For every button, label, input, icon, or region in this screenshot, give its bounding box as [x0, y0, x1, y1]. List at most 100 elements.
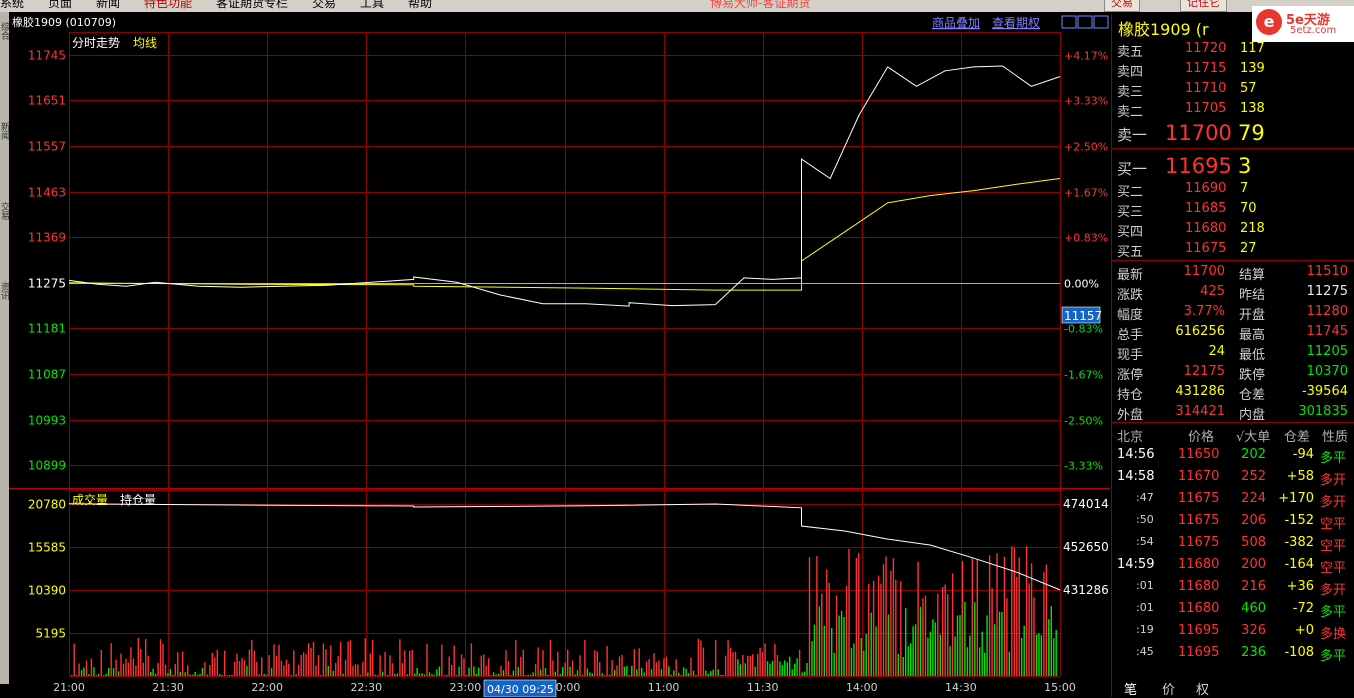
volume-bar [414, 673, 416, 676]
volume-bar [283, 665, 285, 676]
volume-bar [1013, 547, 1015, 676]
volume-bar [734, 651, 737, 676]
average-line [68, 178, 1061, 291]
volume-bar [623, 666, 626, 676]
volume-bar [103, 675, 105, 676]
volume-bar [1021, 638, 1023, 676]
volume-bar [172, 675, 174, 676]
volume-bar [221, 674, 223, 676]
stat-value: 3.77% [1183, 304, 1225, 319]
volume-bar [937, 593, 939, 676]
tab-ticks[interactable]: 笔 [1124, 679, 1137, 698]
volume-bar [554, 671, 556, 676]
volume-bar [364, 638, 366, 676]
volume-bar [786, 662, 788, 676]
volume-bar [80, 670, 83, 676]
volume-bar [384, 651, 386, 676]
volume-bar [576, 670, 579, 676]
volume-bar [645, 661, 648, 676]
bid-price: 11675 [1185, 241, 1227, 256]
volume-bar [581, 674, 584, 676]
volume-bar [882, 564, 885, 676]
volume-bar [261, 657, 263, 676]
percent-tick-label: 0.00% [1064, 278, 1099, 291]
volume-bar [312, 641, 315, 676]
volume-bar [641, 667, 643, 676]
volume-bar [191, 674, 194, 676]
volume-bar [544, 668, 547, 676]
volume-bar [310, 648, 312, 676]
volume-bar [692, 670, 695, 676]
stat-value: 12175 [1183, 364, 1225, 379]
prev-icon[interactable] [1061, 15, 1077, 29]
volume-bar [759, 647, 761, 676]
volume-bar [490, 675, 492, 676]
volume-bar [140, 649, 142, 676]
volume-bar [1055, 630, 1057, 676]
volume-bar [214, 657, 216, 676]
time-tick-label: 22:30 [350, 681, 382, 694]
volume-bar [949, 646, 951, 676]
ask-label: 卖二 [1117, 105, 1144, 120]
ask-volume: 138 [1240, 101, 1265, 116]
next-icon[interactable] [1077, 15, 1093, 29]
volume-bar [108, 667, 110, 676]
volume-bar [784, 660, 786, 676]
volume-bar [959, 615, 961, 676]
volume-bar [194, 671, 196, 676]
ask-volume: 139 [1240, 61, 1265, 76]
percent-tick-label: +0.83% [1064, 232, 1108, 245]
volume-bar [78, 663, 80, 676]
ask-volume: 79 [1238, 121, 1265, 145]
volume-bar [216, 649, 218, 676]
volume-bar [352, 665, 354, 676]
volume-bar [1035, 634, 1038, 676]
volume-bar [685, 668, 687, 676]
volume-bar [354, 664, 357, 676]
volume-bar [372, 639, 374, 676]
volume-bar [660, 669, 663, 676]
price-tick-label: 11745 [28, 49, 66, 63]
oi-tick-label: 431286 [1063, 583, 1109, 597]
volume-bar [492, 672, 495, 676]
volume-bar [808, 557, 811, 676]
volume-bar [315, 665, 317, 676]
volume-bar [974, 602, 976, 676]
expand-icon[interactable] [1093, 15, 1109, 29]
tab-rights[interactable]: 权 [1196, 679, 1209, 698]
stat-label: 外盘 [1117, 408, 1144, 423]
volume-bar [969, 635, 971, 676]
tick-price: 11680 [1178, 601, 1220, 616]
volume-bar [199, 673, 201, 676]
volume-tick-label: 15585 [28, 541, 66, 555]
volume-bar [530, 674, 532, 676]
percent-axis: +4.17% +3.33% +2.50% +1.67% +0.83% 0.00% -0.83… [1064, 50, 1108, 473]
volume-bar [307, 643, 310, 676]
volume-bar [468, 667, 470, 676]
volume-bar [954, 636, 956, 676]
logo-subtext: 5etz.com [1290, 25, 1337, 36]
tick-price: 11670 [1178, 469, 1220, 484]
volume-bar [71, 675, 73, 676]
volume-bar [241, 658, 243, 676]
volume-bar [502, 670, 505, 676]
volume-bar [473, 666, 475, 676]
tab-price[interactable]: 价 [1162, 679, 1175, 698]
tick-time: :01 [1136, 579, 1154, 592]
volume-bar [256, 662, 258, 676]
overlay-link[interactable]: 商品叠加 [932, 15, 980, 30]
volume-tick-label: 5195 [35, 627, 66, 641]
volume-bar [110, 643, 112, 676]
open-interest-line [68, 503, 1061, 591]
tick-price: 11675 [1178, 491, 1220, 506]
options-link[interactable]: 查看期权 [992, 16, 1040, 30]
intraday-chart[interactable]: 11745 11651 11557 11463 11369 11275 11181 11087… [0, 0, 1354, 697]
volume-bar [426, 643, 428, 676]
open-interest-axis: 474014 452650 431286 [1063, 497, 1109, 597]
volume-bar [1023, 625, 1025, 676]
price-legend: 分时走势 [72, 36, 120, 50]
volume-bar [470, 643, 473, 676]
volume-bar [418, 673, 421, 676]
volume-bar [557, 651, 559, 676]
volume-bar [744, 663, 746, 676]
